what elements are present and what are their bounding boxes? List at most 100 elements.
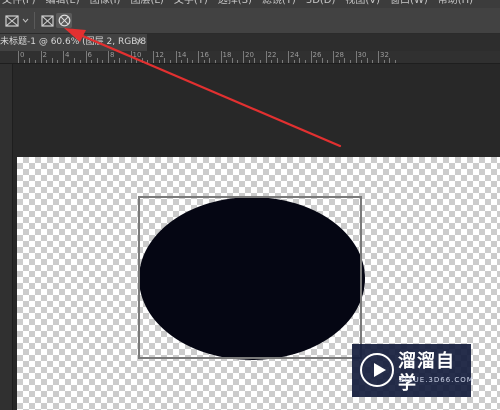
- document-tab-bar: 未标题-1 @ 60.6% (图层 2, RGB/8) * ×: [0, 34, 500, 51]
- menu-items: 文件(F) 编辑(E) 图像(I) 图层(L) 文字(Y) 选择(S) 滤镜(T) 3D(D)…: [0, 0, 500, 7]
- ruler-label: 18: [222, 51, 232, 59]
- ruler-tick: [113, 60, 115, 63]
- watermark: 溜溜自学 ZIXUE.3D66.COM: [352, 344, 474, 397]
- watermark-title: 溜溜自学: [398, 351, 455, 394]
- menu-item[interactable]: 文字(Y): [174, 0, 208, 7]
- options-divider: [34, 12, 35, 29]
- ruler-tick: [361, 60, 363, 63]
- ruler-tick: [85, 51, 87, 63]
- ruler-tick: [198, 51, 199, 63]
- horizontal-ruler[interactable]: 0 2 4 6 8 10 12 14 16 18 20 22 24 26 28 30 32: [0, 51, 500, 64]
- ruler-tick: [74, 58, 76, 63]
- ruler-tick: [23, 60, 25, 63]
- ruler-tick: [372, 60, 374, 63]
- ruler-label: 22: [267, 51, 277, 59]
- ruler-tick: [259, 60, 261, 63]
- ruler-tick: [243, 51, 244, 63]
- vertical-ruler[interactable]: [0, 64, 13, 410]
- ruler-label: 14: [177, 51, 187, 59]
- ruler-tick: [108, 51, 109, 63]
- ruler-tick: [119, 58, 121, 63]
- play-logo-icon: [360, 353, 394, 387]
- ruler-tick: [355, 51, 357, 63]
- chevron-down-icon[interactable]: [21, 13, 30, 28]
- ruler-tick: [383, 60, 385, 63]
- watermark-url: ZIXUE.3D66.COM: [399, 376, 474, 384]
- ruler-tick: [18, 51, 19, 63]
- menu-item[interactable]: 文件(F): [2, 0, 36, 7]
- ruler-tick: [310, 51, 312, 63]
- ruler-tick: [34, 60, 36, 63]
- menu-item[interactable]: 3D(D): [306, 0, 336, 7]
- menu-item[interactable]: 编辑(E): [46, 0, 80, 7]
- ruler-tick: [333, 51, 334, 63]
- menu-item[interactable]: 选择(S): [218, 0, 252, 7]
- ruler-tick: [349, 60, 351, 63]
- document-tab-title: 未标题-1 @ 60.6% (图层 2, RGB/8) *: [0, 37, 147, 47]
- ruler-label: 6: [87, 51, 92, 59]
- menu-item[interactable]: 视图(V): [345, 0, 380, 7]
- ruler-tick: [276, 58, 278, 63]
- ruler-tick: [79, 60, 81, 63]
- ruler-label: 8: [110, 51, 115, 59]
- menu-item[interactable]: 窗口(W): [390, 0, 428, 7]
- ruler-tick: [288, 51, 289, 63]
- ruler-tick: [378, 51, 379, 63]
- ruler-tick: [254, 58, 256, 63]
- circle-x-icon[interactable]: [56, 13, 72, 28]
- menu-item[interactable]: 图像(I): [90, 0, 121, 7]
- ruler-label: 4: [65, 51, 70, 59]
- ruler-tick: [316, 60, 318, 63]
- ruler-tick: [304, 60, 306, 63]
- ruler-tick: [214, 60, 216, 63]
- ruler-tick: [169, 60, 171, 63]
- ruler-tick: [63, 51, 64, 63]
- ruler-tick: [175, 51, 177, 63]
- ruler-tick: [29, 58, 31, 63]
- ruler-label: 20: [245, 51, 254, 59]
- ruler-tick: [203, 60, 205, 63]
- ruler-tick: [147, 60, 149, 63]
- ruler-tick: [209, 58, 211, 63]
- ruler-label: 10: [132, 51, 142, 59]
- ruler-tick: [124, 60, 126, 63]
- frame-icon[interactable]: [39, 13, 55, 28]
- ruler-tick: [237, 60, 239, 63]
- ruler-tick: [136, 60, 138, 63]
- menu-item[interactable]: 图层(L): [130, 0, 163, 7]
- ruler-tick: [220, 51, 222, 63]
- ruler-tick: [231, 58, 233, 63]
- ruler-tick: [271, 60, 273, 63]
- ruler-tick: [40, 51, 42, 63]
- ruler-tick: [164, 58, 166, 63]
- ruler-label: 16: [200, 51, 209, 59]
- ruler-label: 26: [312, 51, 322, 59]
- menu-bar: 文件(F) 编辑(E) 图像(I) 图层(L) 文字(Y) 选择(S) 滤镜(T) 3D(D)…: [0, 0, 500, 8]
- ruler-tick: [282, 60, 284, 63]
- options-bar: [0, 8, 500, 34]
- ruler-tick: [394, 60, 396, 63]
- ruler-tick: [141, 58, 143, 63]
- menu-item[interactable]: 滤镜(T): [262, 0, 296, 7]
- ruler-tick: [389, 58, 391, 63]
- ruler-tick: [102, 60, 104, 63]
- ruler-tick: [130, 51, 132, 63]
- ruler-tick: [153, 51, 154, 63]
- ruler-label: 32: [380, 51, 389, 59]
- ruler-label: 30: [357, 51, 367, 59]
- ruler-label: 0: [20, 51, 25, 59]
- ruler-tick: [327, 60, 329, 63]
- menu-item[interactable]: 帮助(H): [438, 0, 473, 7]
- document-tab[interactable]: 未标题-1 @ 60.6% (图层 2, RGB/8) * ×: [0, 34, 147, 51]
- ruler-tick: [91, 60, 93, 63]
- close-icon[interactable]: ×: [135, 34, 143, 51]
- ruler-tick: [299, 58, 301, 63]
- ruler-label: 12: [155, 51, 164, 59]
- ruler-tick: [68, 60, 70, 63]
- ruler-tick: [366, 58, 368, 63]
- ruler-tick: [321, 58, 323, 63]
- shape-bounding-box[interactable]: [138, 196, 362, 359]
- shape-tool-icon[interactable]: [4, 13, 20, 28]
- ruler-tick: [226, 60, 228, 63]
- ruler-tick: [51, 58, 53, 63]
